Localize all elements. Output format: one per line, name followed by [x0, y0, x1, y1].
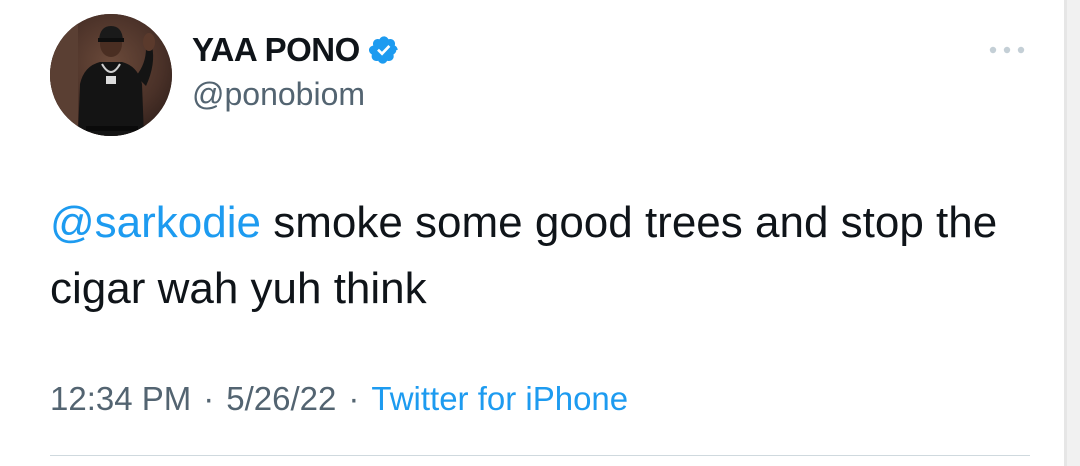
verified-badge-icon [368, 36, 398, 64]
divider [50, 455, 1030, 456]
tweet-card: YAA PONO @ponobiom @sarkodie smoke some … [0, 0, 1064, 466]
tweet-metadata: 12:34 PM · 5/26/22 · Twitter for iPhone [50, 380, 628, 418]
more-options-icon [989, 46, 1025, 54]
author-name-row: YAA PONO [192, 30, 400, 70]
tweet-time[interactable]: 12:34 PM [50, 380, 191, 418]
page-edge [1064, 0, 1080, 466]
more-options-button[interactable] [985, 36, 1029, 64]
avatar-photo [50, 14, 172, 136]
display-name[interactable]: YAA PONO [192, 31, 360, 69]
tweet-date[interactable]: 5/26/22 [226, 380, 336, 418]
separator: · [348, 380, 360, 417]
tweet-source-link[interactable]: Twitter for iPhone [371, 380, 628, 418]
mention-link[interactable]: @sarkodie [50, 198, 261, 247]
separator: · [203, 380, 215, 417]
user-handle[interactable]: @ponobiom [192, 76, 365, 113]
tweet-text: @sarkodie smoke some good trees and stop… [50, 190, 1040, 322]
avatar[interactable] [50, 14, 172, 136]
